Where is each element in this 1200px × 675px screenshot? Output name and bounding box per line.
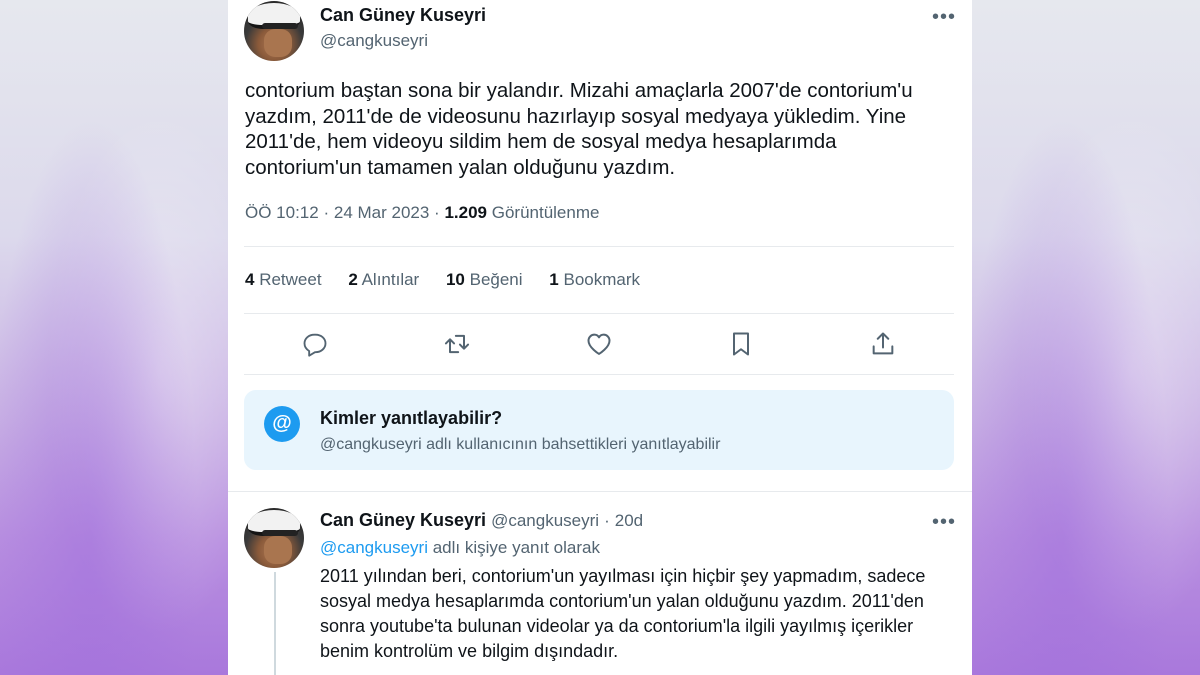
reply-settings-box: @ Kimler yanıtlayabilir? @cangkuseyri ad… [244,390,954,470]
retweets-stat[interactable]: 4 Retweet [245,270,322,289]
reply-text: 2011 yılından beri, contorium'un yayılma… [320,566,926,661]
reply-author-row: Can Güney Kuseyri @cangkuseyri · 20d [320,510,643,531]
avatar[interactable] [244,1,304,61]
bookmarks-count: 1 [549,270,559,289]
retweet-icon[interactable] [443,330,471,358]
replying-to: @cangkuseyri adlı kişiye yanıt olarak [320,538,600,558]
reply-settings-title: Kimler yanıtlayabilir? [320,408,503,428]
tweet-stats: 4 Retweet 2 Alıntılar 10 Beğeni 1 Bookma… [245,270,662,290]
action-bar [244,326,954,362]
thread-line [274,572,276,675]
share-icon[interactable] [869,330,897,358]
background-left [0,0,228,675]
quotes-count: 2 [348,270,358,289]
reply-author-handle[interactable]: @cangkuseyri [491,511,599,530]
reply-more-options-icon[interactable]: ••• [932,512,956,532]
meta-separator: · [434,203,440,222]
at-icon: @ [264,406,300,442]
tweet-card: Can Güney Kuseyri @cangkuseyri ••• conto… [228,0,972,675]
views-label: Görüntülenme [491,203,600,222]
divider [244,246,954,247]
tweet-date[interactable]: 24 Mar 2023 [334,203,429,222]
quotes-label: Alıntılar [361,270,420,289]
tweet-meta: ÖÖ 10:12 · 24 Mar 2023 · 1.209 Görüntüle… [245,203,599,223]
reply-age[interactable]: 20d [615,511,643,530]
divider [244,313,954,314]
bookmark-icon[interactable] [727,330,755,358]
more-options-icon[interactable]: ••• [932,7,956,27]
quotes-stat[interactable]: 2 Alıntılar [348,270,419,289]
views-count: 1.209 [444,203,487,222]
retweets-label: Retweet [259,270,322,289]
likes-count: 10 [445,270,465,289]
likes-stat[interactable]: 10 Beğeni [446,270,523,289]
divider [228,491,972,492]
tweet-text: contorium baştan sona bir yalandır. Miza… [245,79,913,179]
tweet-time[interactable]: ÖÖ 10:12 [245,203,319,222]
reply-icon[interactable] [301,330,329,358]
divider [244,374,954,375]
author-name[interactable]: Can Güney Kuseyri [320,5,486,26]
author-handle[interactable]: @cangkuseyri [320,31,428,51]
reply-to-mention[interactable]: @cangkuseyri [320,538,428,557]
reply-separator: · [604,511,610,530]
likes-label: Beğeni [469,270,523,289]
bookmarks-stat[interactable]: 1 Bookmark [549,270,640,289]
retweets-count: 4 [245,270,255,289]
reply-author-name[interactable]: Can Güney Kuseyri [320,510,486,530]
bookmarks-label: Bookmark [563,270,641,289]
reply-settings-subtitle: @cangkuseyri adlı kullanıcının bahsettik… [320,436,721,453]
meta-separator: · [323,203,330,222]
background-right [972,0,1200,675]
reply-to-suffix: adlı kişiye yanıt olarak [432,538,600,557]
like-icon[interactable] [585,330,613,358]
reply-avatar[interactable] [244,508,304,568]
